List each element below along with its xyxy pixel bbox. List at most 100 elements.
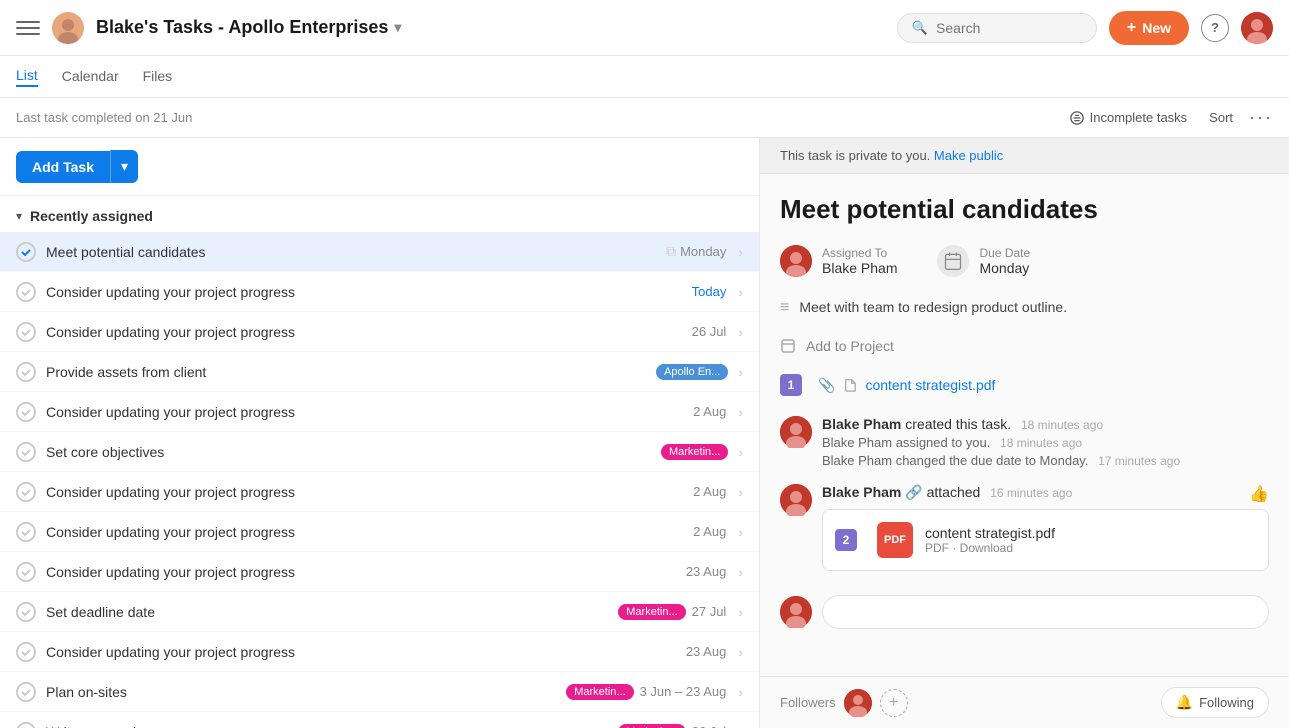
- title-chevron-icon[interactable]: ▾: [394, 19, 401, 36]
- task-chevron-icon: ›: [738, 284, 743, 300]
- user-avatar[interactable]: [1241, 12, 1273, 44]
- task-check-icon[interactable]: [16, 362, 36, 382]
- paperclip-icon: 📎: [818, 377, 835, 394]
- tab-files[interactable]: Files: [143, 68, 173, 86]
- task-row[interactable]: Set core objectives Marketin... ›: [0, 432, 759, 472]
- task-chevron-icon: ›: [738, 404, 743, 420]
- task-name: Consider updating your project progress: [46, 324, 692, 340]
- task-name: Consider updating your project progress: [46, 564, 686, 580]
- task-chevron-icon: ›: [738, 724, 743, 728]
- tab-calendar[interactable]: Calendar: [62, 68, 119, 86]
- task-check-icon[interactable]: [16, 562, 36, 582]
- task-row[interactable]: Consider updating your project progress …: [0, 632, 759, 672]
- task-check-icon[interactable]: [16, 522, 36, 542]
- add-task-dropdown-button[interactable]: ▾: [110, 150, 138, 183]
- add-to-project[interactable]: Add to Project: [780, 338, 1269, 354]
- task-row[interactable]: Meet potential candidates ⧉ Monday ›: [0, 232, 759, 272]
- check-icon: [20, 246, 32, 258]
- comment-input[interactable]: [822, 595, 1269, 629]
- activity-user: Blake Pham: [822, 416, 901, 432]
- task-row[interactable]: Consider updating your project progress …: [0, 272, 759, 312]
- attachment-activity-entry: Blake Pham 🔗 attached 16 minutes ago 👍 2…: [780, 484, 1269, 571]
- task-list-container: ▾ Recently assigned Meet potential candi…: [0, 196, 759, 728]
- check-icon: [20, 406, 32, 418]
- task-row[interactable]: Write proposal Marketin... 26 Jul ›: [0, 712, 759, 728]
- task-chevron-icon: ›: [738, 484, 743, 500]
- check-icon: [20, 286, 32, 298]
- task-tag: Marketin...: [661, 444, 728, 460]
- search-box[interactable]: 🔍: [897, 13, 1097, 43]
- title-text: Blake's Tasks - Apollo Enterprises: [96, 17, 388, 38]
- following-button[interactable]: 🔔 Following: [1161, 687, 1269, 718]
- task-check-icon[interactable]: [16, 282, 36, 302]
- task-row[interactable]: Consider updating your project progress …: [0, 392, 759, 432]
- task-check-icon[interactable]: [16, 722, 36, 728]
- task-chevron-icon: ›: [738, 604, 743, 620]
- task-date: 26 Jul: [692, 724, 727, 728]
- task-name: Set deadline date: [46, 604, 618, 620]
- check-icon: [20, 486, 32, 498]
- task-date: 26 Jul: [692, 324, 727, 339]
- task-tag: Apollo En...: [656, 364, 728, 380]
- assigned-to-info: Assigned To Blake Pham: [822, 246, 897, 276]
- attachment-activity-content: Blake Pham 🔗 attached 16 minutes ago 👍 2…: [822, 484, 1269, 571]
- task-row[interactable]: Provide assets from client Apollo En... …: [0, 352, 759, 392]
- task-name: Consider updating your project progress: [46, 644, 686, 660]
- assigned-name: Blake Pham: [822, 260, 897, 276]
- activity-entry: Blake Pham created this task. 18 minutes…: [780, 416, 1269, 468]
- search-input[interactable]: [936, 20, 1076, 36]
- add-task-button[interactable]: Add Task: [16, 151, 110, 183]
- new-button[interactable]: + New: [1109, 11, 1189, 45]
- activity-subtext1: Blake Pham assigned to you. 18 minutes a…: [822, 435, 1269, 450]
- assigned-to-field: Assigned To Blake Pham: [780, 245, 897, 277]
- attachment-card-meta: PDF · Download: [925, 541, 1055, 555]
- task-check-icon[interactable]: [16, 602, 36, 622]
- tab-list[interactable]: List: [16, 67, 38, 87]
- filter-label: Incomplete tasks: [1090, 110, 1188, 125]
- task-check-icon[interactable]: [16, 322, 36, 342]
- sort-button[interactable]: Sort: [1203, 110, 1233, 125]
- task-row[interactable]: Consider updating your project progress …: [0, 552, 759, 592]
- due-date-field: Due Date Monday: [937, 245, 1030, 277]
- task-check-icon[interactable]: [16, 442, 36, 462]
- attachment-link[interactable]: content strategist.pdf: [865, 377, 995, 393]
- task-check-icon[interactable]: [16, 482, 36, 502]
- task-name: Set core objectives: [46, 444, 661, 460]
- task-row[interactable]: Plan on-sites Marketin... 3 Jun – 23 Aug…: [0, 672, 759, 712]
- filter-button[interactable]: Incomplete tasks: [1070, 110, 1188, 125]
- task-chevron-icon: ›: [738, 684, 743, 700]
- task-row[interactable]: Consider updating your project progress …: [0, 312, 759, 352]
- task-date: 2 Aug: [693, 524, 726, 539]
- help-button[interactable]: ?: [1201, 14, 1229, 42]
- task-check-icon[interactable]: [16, 242, 36, 262]
- make-public-link[interactable]: Make public: [934, 148, 1003, 163]
- add-follower-button[interactable]: +: [880, 689, 908, 717]
- subnav: List Calendar Files: [0, 56, 1289, 98]
- right-panel: This task is private to you. Make public…: [760, 138, 1289, 728]
- section-toggle[interactable]: ▾: [16, 209, 22, 223]
- section-header: ▾ Recently assigned: [0, 196, 759, 232]
- workspace-avatar: [52, 12, 84, 44]
- task-date: Monday: [680, 244, 726, 259]
- task-row[interactable]: Set deadline date Marketin... 27 Jul ›: [0, 592, 759, 632]
- attachment-activity-avatar: [780, 484, 812, 516]
- copy-icon: ⧉: [666, 243, 676, 260]
- attachment-activity-time: 16 minutes ago: [990, 486, 1072, 500]
- description-icon: ≡: [780, 299, 789, 317]
- task-row[interactable]: Consider updating your project progress …: [0, 512, 759, 552]
- activity-avatar: [780, 416, 812, 448]
- attachment-card: 2 PDF content strategist.pdf PDF · Downl…: [822, 509, 1269, 571]
- task-check-icon[interactable]: [16, 642, 36, 662]
- followers-left: Followers +: [780, 689, 908, 717]
- task-date: 27 Jul: [692, 604, 727, 619]
- more-options-button[interactable]: ···: [1249, 107, 1273, 128]
- attachment-section: 1 📎 content strategist.pdf: [780, 374, 1269, 396]
- task-check-icon[interactable]: [16, 402, 36, 422]
- task-name: Consider updating your project progress: [46, 524, 693, 540]
- check-icon: [20, 446, 32, 458]
- task-row[interactable]: Consider updating your project progress …: [0, 472, 759, 512]
- hamburger-menu[interactable]: [16, 16, 40, 40]
- add-task-bar: Add Task ▾: [0, 138, 759, 196]
- like-icon[interactable]: 👍: [1249, 484, 1269, 504]
- task-check-icon[interactable]: [16, 682, 36, 702]
